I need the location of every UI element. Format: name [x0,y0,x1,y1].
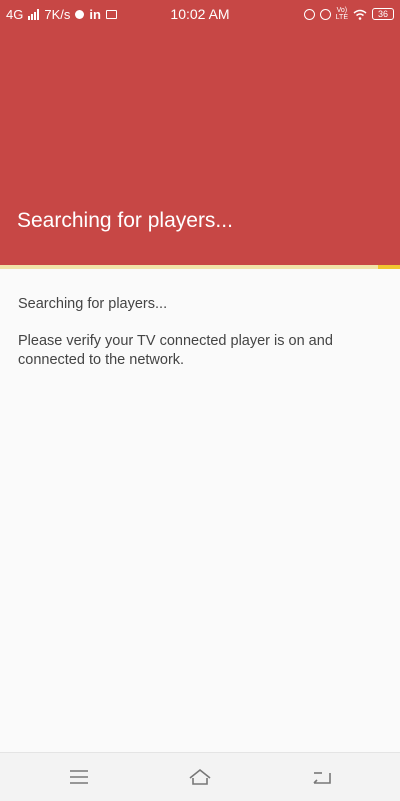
instruction-message: Please verify your TV connected player i… [18,333,333,368]
home-icon [189,768,211,785]
navigation-bar [0,752,400,801]
volte-icon: Vo) LTE [336,7,348,21]
volte-bottom: LTE [335,14,348,21]
linkedin-icon: in [89,6,101,22]
progress-bar-fill [378,265,400,269]
status-message: Searching for players... [18,296,168,312]
bluetooth-icon [303,8,315,20]
app-bar: Searching for players... [0,28,400,265]
network-speed: 7K/s [44,6,71,22]
back-button[interactable] [310,767,334,787]
signal-icon [28,8,40,20]
status-right: Vo) LTE 36 [303,7,394,21]
battery-icon: 36 [372,8,394,20]
status-left: 4G 7K/s in [6,7,117,22]
network-type: 4G [6,6,24,22]
menu-icon [70,770,88,784]
battery-level: 36 [377,9,388,19]
wifi-icon [353,9,367,20]
message-icon [75,9,85,19]
home-button[interactable] [188,767,212,787]
menu-button[interactable] [67,767,91,787]
back-icon [313,772,331,784]
progress-indicator [0,265,400,269]
status-bar: 4G 7K/s in 10:02 AM Vo) LTE 36 [0,0,400,28]
volte-top: Vo) [336,7,348,14]
page-title: Searching for players... [17,209,233,232]
alarm-icon [319,8,331,20]
mail-icon [105,9,117,19]
content-area: Searching for players... Please verify y… [18,296,388,370]
